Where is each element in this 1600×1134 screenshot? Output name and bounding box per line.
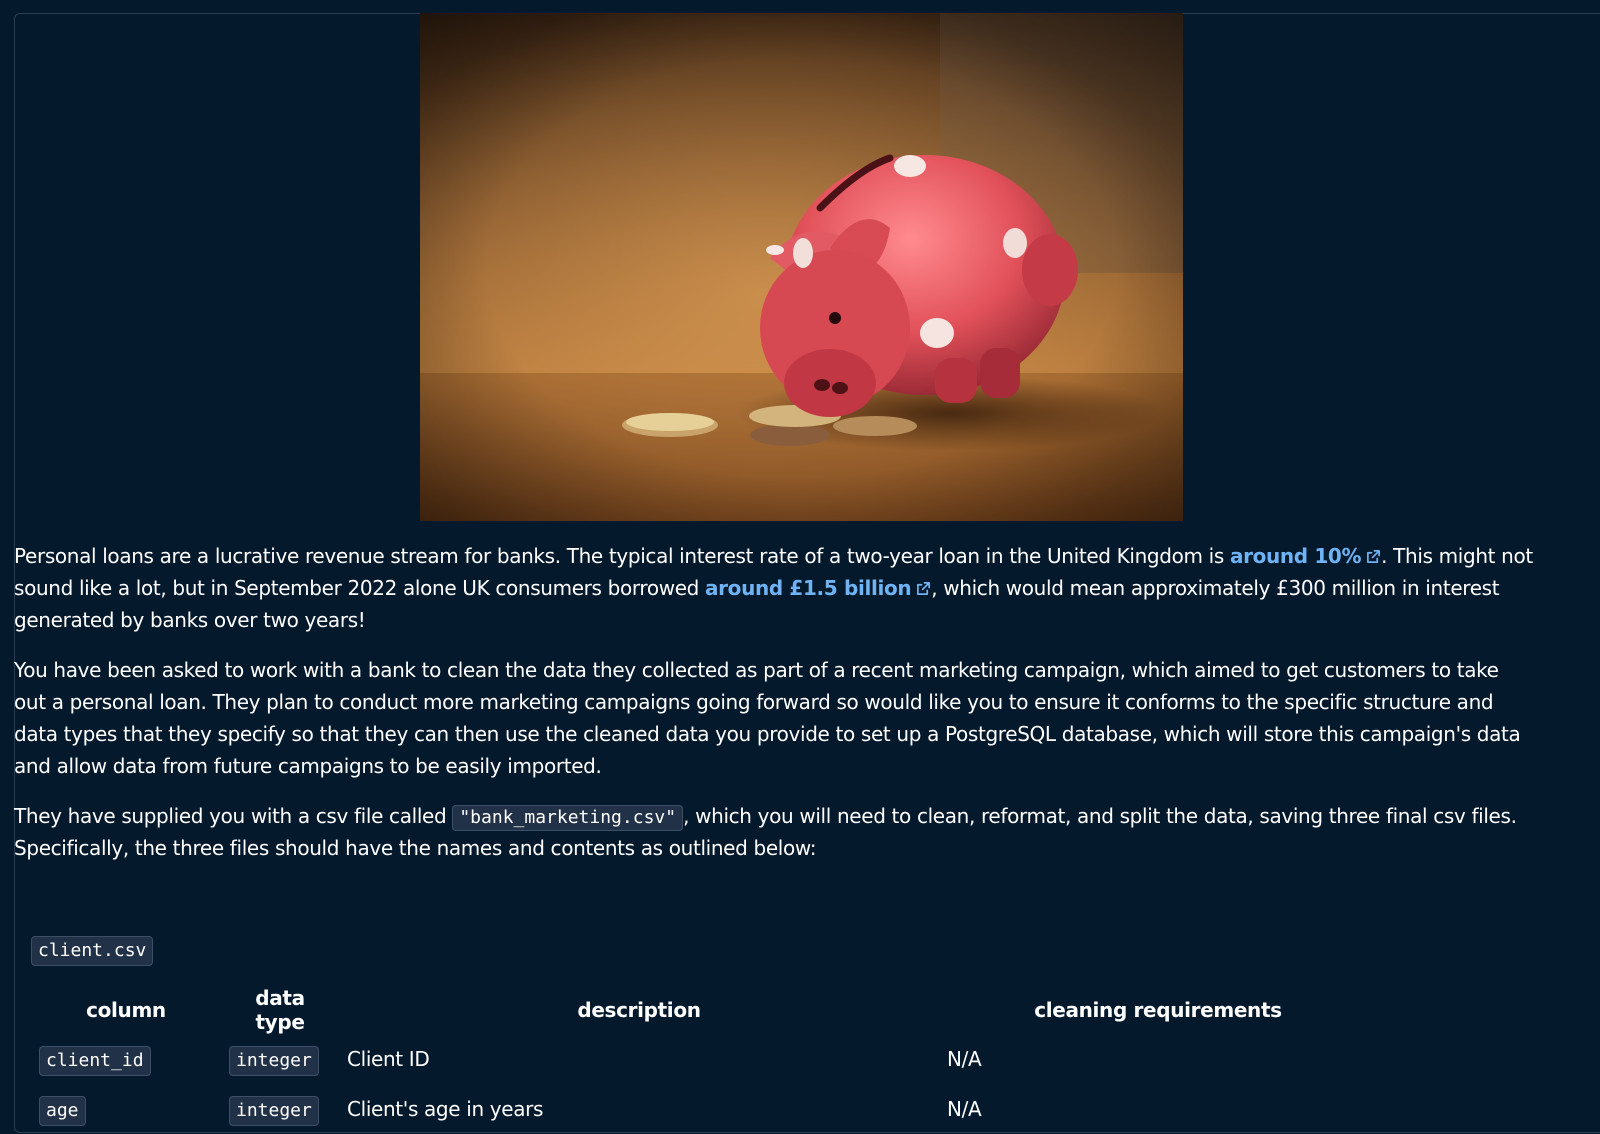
header-description: description: [577, 998, 701, 1022]
description-cell: Client ID: [347, 1047, 430, 1071]
paragraph-1-line-2: sound like a lot, but in September 2022 …: [14, 576, 1500, 600]
data-type-code: integer: [229, 1046, 319, 1076]
paragraph-3-line-2: Specifically, the three files should hav…: [14, 836, 817, 860]
data-type-code: integer: [229, 1096, 319, 1126]
piggy-bank-photo-icon: [420, 13, 1183, 521]
paragraph-1-line-3: generated by banks over two years!: [14, 608, 366, 632]
table-header-row: column data type description cleaning re…: [31, 986, 1377, 1034]
piggy-bank-image: [420, 13, 1183, 521]
description-cell: Client's age in years: [347, 1097, 544, 1121]
around-10-percent-link[interactable]: around 10%: [1230, 544, 1381, 568]
paragraph-2-line-2: out a personal loan. They plan to conduc…: [14, 690, 1494, 714]
paragraph-2-line-4: and allow data from future campaigns to …: [14, 754, 602, 778]
paragraph-2-line-3: data types that they specify so that the…: [14, 722, 1521, 746]
cleaning-cell: N/A: [947, 1047, 982, 1071]
column-name-code: client_id: [39, 1046, 151, 1076]
bank-marketing-filename-code: "bank_marketing.csv": [452, 805, 684, 831]
paragraph-1-line-1: Personal loans are a lucrative revenue s…: [14, 544, 1533, 568]
client-csv-title: client.csv: [31, 936, 154, 966]
intro-text: Personal loans are a lucrative revenue s…: [14, 540, 1600, 864]
paragraph-2-line-1: You have been asked to work with a bank …: [14, 658, 1499, 682]
column-name-code: age: [39, 1096, 86, 1126]
header-data-type: data type: [255, 986, 305, 1034]
external-link-icon: [1367, 550, 1381, 563]
table-row: client_id integer Client ID N/A: [31, 1034, 1377, 1084]
around-1-5-billion-link[interactable]: around £1.5 billion: [705, 576, 931, 600]
header-column: column: [86, 998, 166, 1022]
header-cleaning-requirements: cleaning requirements: [1034, 998, 1282, 1022]
table-row: age integer Client's age in years N/A: [31, 1084, 1377, 1134]
paragraph-3-line-1: They have supplied you with a csv file c…: [14, 800, 1600, 832]
external-link-icon: [917, 582, 931, 595]
client-schema-table: column data type description cleaning re…: [31, 986, 1377, 1134]
cleaning-cell: N/A: [947, 1097, 982, 1121]
